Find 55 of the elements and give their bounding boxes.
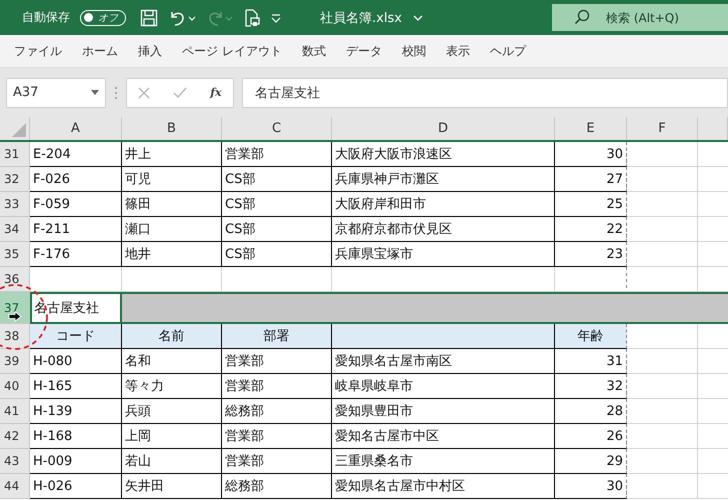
column-header[interactable]: D <box>332 117 555 140</box>
row-number[interactable]: 31 <box>0 142 30 167</box>
column-header[interactable]: F <box>627 117 698 140</box>
autosave-label: 自動保存 <box>22 9 70 26</box>
header-cell: コード <box>30 324 122 349</box>
header-cell: 年齢 <box>555 324 627 349</box>
menu-tab[interactable]: データ <box>336 42 392 60</box>
table-cell: 矢井田 <box>122 474 222 499</box>
customize-toolbar-icon[interactable] <box>270 12 282 24</box>
menu-tab[interactable]: 表示 <box>436 42 480 60</box>
table-cell: 総務部 <box>222 474 332 499</box>
formula-field[interactable]: 名古屋支社 <box>242 78 728 108</box>
column-header[interactable]: E <box>555 117 627 140</box>
row-number[interactable]: 41 <box>0 399 30 424</box>
row-number[interactable]: 40 <box>0 374 30 399</box>
header-cell: 部署 <box>222 324 332 349</box>
row-number[interactable]: 42 <box>0 424 30 449</box>
insert-function-button[interactable]: fx <box>210 86 222 99</box>
search-field[interactable]: 検索 (Alt+Q) <box>552 4 728 31</box>
row-number[interactable]: 38 <box>0 324 30 349</box>
menu-tab[interactable]: ホーム <box>72 42 128 60</box>
column-header[interactable]: B <box>122 117 222 140</box>
cursor-arrow-icon <box>8 311 22 322</box>
name-box[interactable]: A37 <box>6 78 106 108</box>
drag-handle-icon[interactable] <box>114 86 118 100</box>
table-cell: 30 <box>555 474 627 499</box>
menu-tab[interactable]: ヘルプ <box>480 42 536 60</box>
row-number[interactable]: 43 <box>0 449 30 474</box>
check-icon[interactable] <box>173 86 188 98</box>
row-number[interactable]: 34 <box>0 217 30 242</box>
row-number[interactable]: 36 <box>0 267 30 292</box>
chevron-down-icon[interactable] <box>412 12 424 22</box>
save-icon[interactable] <box>140 8 158 26</box>
table-cell: H-026 <box>30 474 122 499</box>
row-number[interactable]: 37 <box>0 292 30 324</box>
active-cell[interactable]: 名古屋支社 <box>30 292 122 324</box>
column-header[interactable]: C <box>222 117 332 140</box>
print-preview-icon[interactable] <box>244 8 260 26</box>
search-icon <box>574 9 590 25</box>
menu-tab[interactable]: ファイル <box>4 42 72 60</box>
autosave-toggle[interactable]: オフ <box>80 10 126 26</box>
dropdown-icon <box>91 90 99 95</box>
row-number[interactable]: 35 <box>0 242 30 267</box>
table-cell: 愛知県名古屋市中村区 <box>332 474 555 499</box>
row-number[interactable]: 44 <box>0 474 30 499</box>
file-name[interactable]: 社員名簿.xlsx <box>320 8 402 26</box>
menu-tab[interactable]: 数式 <box>292 42 336 60</box>
header-cell: 名前 <box>122 324 222 349</box>
row-number[interactable]: 39 <box>0 349 30 374</box>
column-header[interactable]: A <box>30 117 122 140</box>
row-number[interactable]: 33 <box>0 192 30 217</box>
menu-tab[interactable]: ページ レイアウト <box>172 42 292 60</box>
menu-tab[interactable]: 校閲 <box>392 42 436 60</box>
row-number[interactable]: 32 <box>0 167 30 192</box>
menu-tab[interactable]: 挿入 <box>128 42 172 60</box>
